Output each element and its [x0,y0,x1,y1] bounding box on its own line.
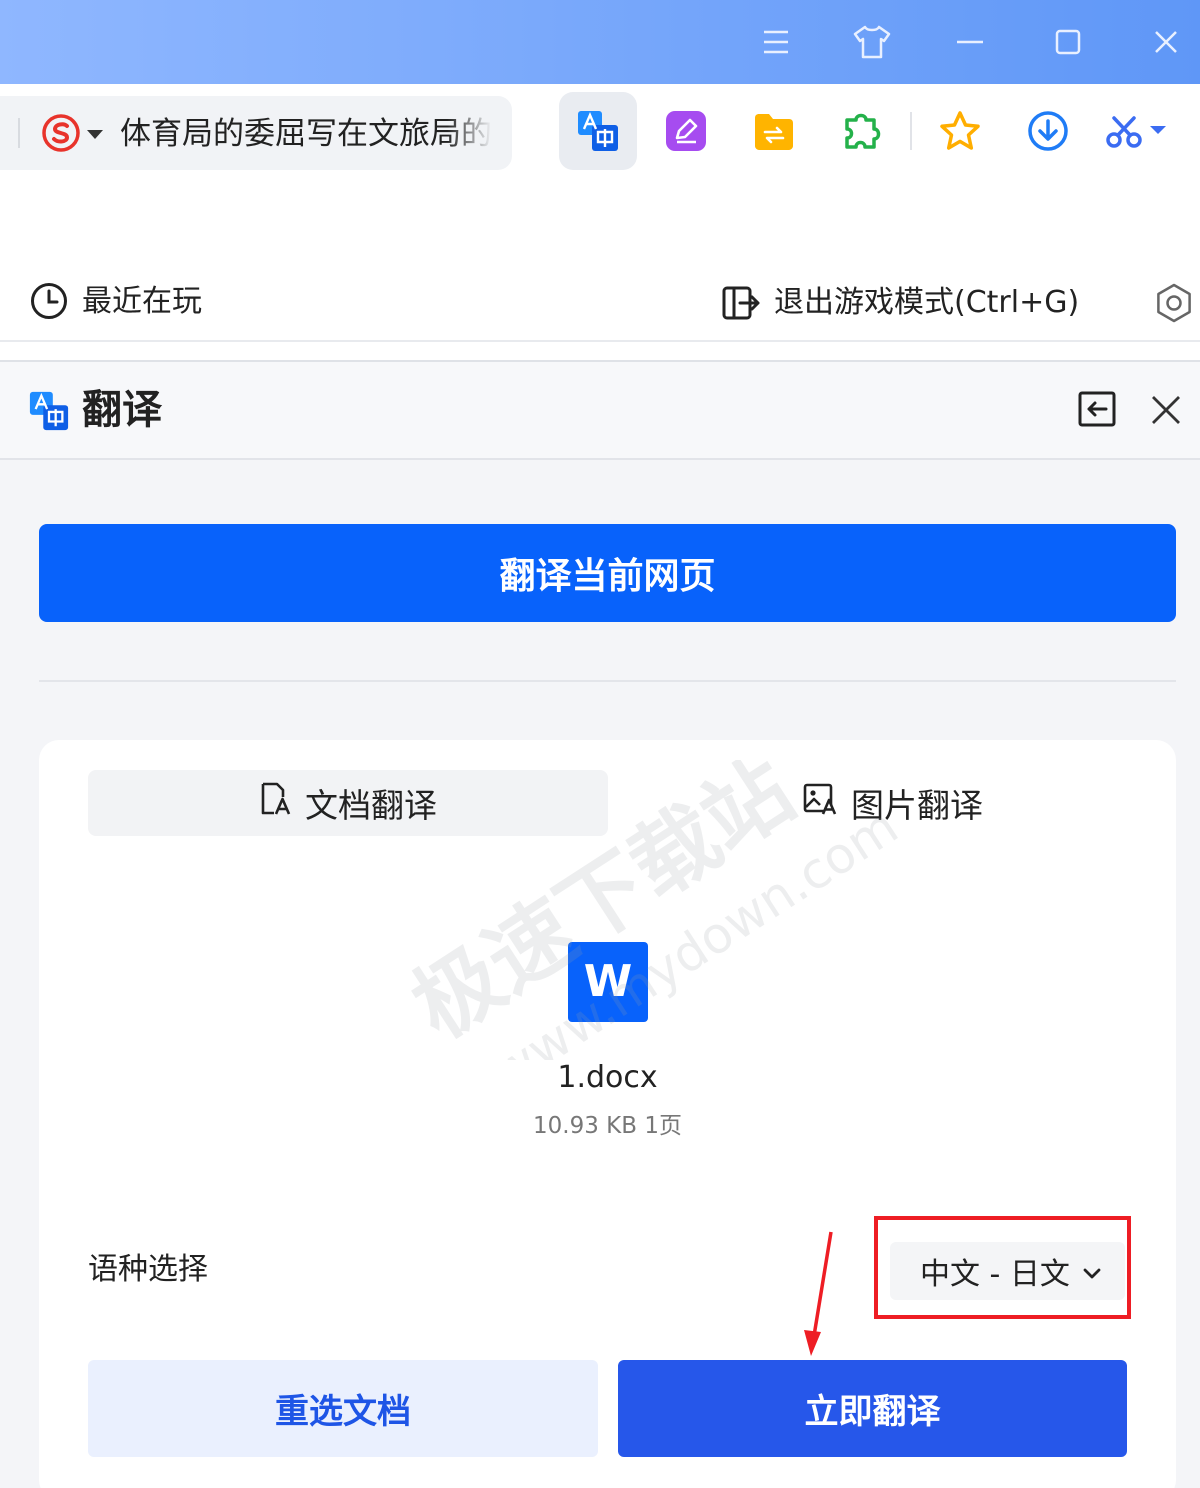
menu-icon[interactable] [756,22,796,62]
file-meta: 10.93 KB 1页 [533,1113,682,1139]
file-name: 1.docx [557,1060,658,1095]
tab-image-translate[interactable]: 图片翻译 [639,770,1147,836]
address-text[interactable]: 体育局的委屈写在文旅局的 [120,114,492,154]
document-translate-card: 文档翻译 图片翻译 W 1.docx 10.93 KB 1页 语种选择 中文 -… [39,740,1176,1488]
word-file-icon: W [568,942,648,1022]
minimize-icon[interactable] [950,22,990,62]
file-transfer-icon[interactable] [742,99,806,163]
address-separator [18,118,20,148]
language-label: 语种选择 [88,1252,208,1287]
annotation-arrow [799,1230,839,1364]
word-file-letter: W [583,956,633,1007]
screenshot-scissors-icon[interactable] [1104,99,1168,163]
document-translate-icon [259,782,293,824]
exit-game-mode-icon[interactable] [722,286,760,324]
window-titlebar [0,0,1200,84]
recent-games-link[interactable]: 最近在玩 [82,282,202,322]
toolbar-separator [910,112,912,150]
tab-document-translate[interactable]: 文档翻译 [88,770,608,836]
browser-toolbar: 体育局的委屈写在文旅局的 [0,84,1200,180]
tab-label: 文档翻译 [305,786,437,825]
dropdown-arrow-icon[interactable] [86,126,104,145]
translate-icon[interactable] [566,99,630,163]
exit-game-mode-link[interactable]: 退出游戏模式(Ctrl+G) [774,283,1079,323]
favorites-star-icon[interactable] [928,99,992,163]
image-translate-icon [803,783,839,823]
panel-header: 翻译 [0,362,1200,460]
section-divider [39,680,1176,682]
settings-gear-icon[interactable] [1154,283,1194,327]
reselect-document-button[interactable]: 重选文档 [88,1360,598,1457]
clock-icon [30,282,68,324]
address-bar[interactable]: 体育局的委屈写在文旅局的 [0,96,512,170]
search-engine-icon[interactable] [42,114,80,156]
extension-puzzle-icon[interactable] [830,99,894,163]
edit-note-icon[interactable] [654,99,718,163]
maximize-icon[interactable] [1048,22,1088,62]
translate-panel: 翻译 翻译当前网页 文档翻译 图片翻译 W 1.docx 10.93 KB 1页… [0,360,1200,1488]
dock-panel-icon[interactable] [1078,391,1116,431]
annotation-highlight-box [874,1216,1131,1319]
translate-now-button[interactable]: 立即翻译 [618,1360,1127,1457]
download-icon[interactable] [1016,99,1080,163]
game-mode-bar: 最近在玩 退出游戏模式(Ctrl+G) [0,262,1200,342]
close-panel-icon[interactable] [1151,395,1181,429]
translate-logo-icon [28,390,70,436]
translate-page-button[interactable]: 翻译当前网页 [39,524,1176,622]
close-window-icon[interactable] [1146,22,1186,62]
panel-title: 翻译 [82,387,162,433]
tab-label: 图片翻译 [851,786,983,825]
skin-shirt-icon[interactable] [852,22,892,62]
